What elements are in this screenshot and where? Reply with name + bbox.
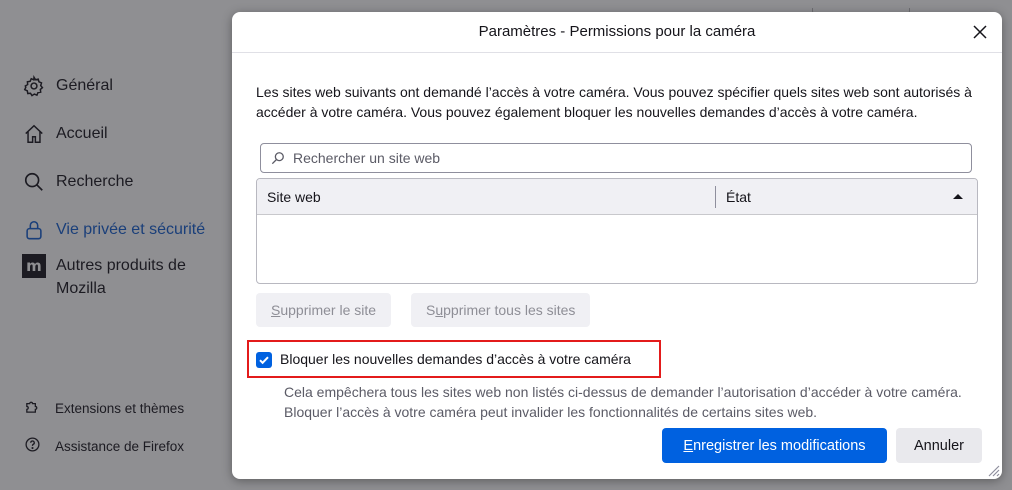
search-icon (22, 170, 46, 194)
close-button[interactable] (968, 20, 992, 44)
sidebar-item-mozilla[interactable]: m Autres produits de Mozilla (22, 254, 206, 300)
button-label: nregistrer les modifications (693, 437, 866, 454)
column-header-state[interactable]: État (716, 189, 977, 205)
block-new-requests-label[interactable]: Bloquer les nouvelles demandes d’accès à… (280, 351, 631, 367)
button-label: upprimer le site (280, 302, 377, 318)
accesskey-letter: S (271, 302, 281, 318)
home-icon (22, 122, 46, 146)
remove-site-button[interactable]: Supprimer le site (256, 293, 392, 327)
help-icon (24, 436, 41, 456)
sidebar-item-label: Vie privée et sécurité (56, 221, 206, 238)
accesskey-letter: E (683, 437, 694, 454)
lock-icon (22, 218, 46, 242)
cancel-button[interactable]: Annuler (896, 428, 982, 463)
checkmark-icon (259, 356, 269, 365)
accesskey-letter: u (435, 302, 444, 318)
sidebar-item-extensions[interactable]: Extensions et thèmes (24, 398, 184, 418)
column-header-state-label: État (726, 188, 751, 205)
sidebar-footer-label: Assistance de Firefox (55, 438, 185, 454)
mozilla-icon: m (22, 254, 46, 278)
button-label: pprimer tous les sites (443, 302, 576, 318)
block-new-requests-checkbox[interactable] (256, 352, 272, 368)
sidebar-item-label: Général (56, 77, 113, 94)
sidebar-item-help[interactable]: Assistance de Firefox (24, 436, 184, 456)
block-new-requests-description: Cela empêchera tous les sites web non li… (284, 384, 962, 420)
sort-ascending-icon (953, 194, 963, 199)
settings-sidebar: Général Accueil Recherche Vie privée et … (0, 0, 232, 490)
resize-grip-icon[interactable] (986, 463, 1000, 477)
column-header-site[interactable]: Site web (257, 189, 715, 205)
sidebar-item-search[interactable]: Recherche (22, 170, 133, 194)
sidebar-item-home[interactable]: Accueil (22, 122, 108, 146)
search-icon (271, 151, 285, 165)
save-changes-button[interactable]: Enregistrer les modifications (662, 428, 887, 463)
website-search-box[interactable] (260, 143, 972, 173)
sidebar-item-label: Autres produits de Mozilla (56, 257, 186, 297)
sidebar-footer-label: Extensions et thèmes (55, 400, 185, 416)
svg-text:m: m (26, 257, 42, 275)
permissions-table: Site web État (256, 178, 978, 284)
table-body (257, 215, 977, 283)
sidebar-item-general[interactable]: Général (22, 74, 113, 98)
sidebar-item-label: Recherche (56, 173, 134, 190)
camera-permissions-dialog: Paramètres - Permissions pour la caméra … (232, 12, 1002, 479)
table-header: Site web État (257, 179, 977, 215)
sidebar-item-label: Accueil (56, 125, 108, 142)
dialog-title: Paramètres - Permissions pour la caméra (478, 23, 756, 40)
dialog-header: Paramètres - Permissions pour la caméra (232, 12, 1002, 53)
puzzle-icon (24, 398, 41, 418)
gear-icon (22, 74, 46, 98)
button-label-prefix: S (426, 302, 436, 318)
close-icon (973, 25, 987, 39)
sidebar-item-privacy[interactable]: Vie privée et sécurité (22, 218, 205, 242)
remove-all-sites-button[interactable]: Su pprimer tous les sites (411, 293, 591, 327)
dialog-description: Les sites web suivants ont demandé l’acc… (256, 84, 972, 120)
website-search-input[interactable] (291, 149, 945, 167)
